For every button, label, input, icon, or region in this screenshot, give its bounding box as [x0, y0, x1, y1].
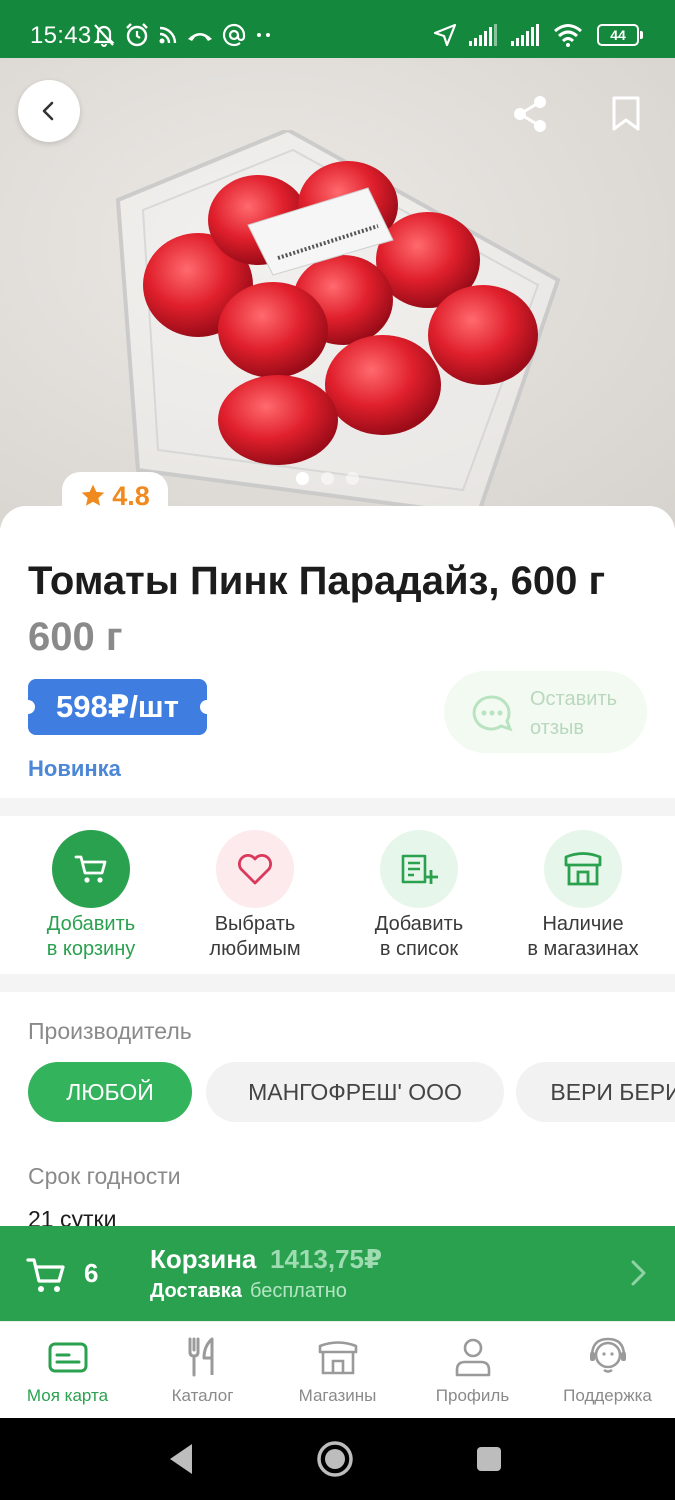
product-title: Томаты Пинк Парадайз, 600 г: [28, 559, 606, 603]
nav-catalog[interactable]: Каталог: [135, 1322, 270, 1419]
section-divider: [0, 974, 675, 992]
rating-badge[interactable]: 4.8: [62, 472, 168, 520]
delivery-label: Доставка: [150, 1280, 242, 1302]
cart-count: 6: [84, 1258, 99, 1288]
delivery-value: бесплатно: [250, 1280, 347, 1302]
rating-value: 4.8: [112, 480, 150, 511]
carousel-indicator: [296, 472, 359, 485]
bookmark-button[interactable]: [604, 92, 648, 136]
favourite-label: Выбрать любимым: [209, 913, 301, 960]
add-to-cart-circle: [52, 830, 130, 908]
manufacturer-chip-veri-beri[interactable]: ВЕРИ БЕРИ: [516, 1062, 675, 1122]
nav-profile[interactable]: Профиль: [405, 1322, 540, 1419]
bell-off-icon: [93, 24, 115, 47]
more-dots-icon: [257, 33, 270, 37]
nav-label: Профиль: [435, 1386, 510, 1405]
shelf-life-label: Срок годности: [28, 1163, 181, 1189]
back-arrow-icon: [42, 101, 54, 121]
cart-icon: [26, 1258, 65, 1292]
bottom-navigation: Моя карта Каталог Магазины Профиль Подде…: [0, 1321, 675, 1418]
signal-2-icon: [511, 24, 539, 46]
location-arrow-icon: [433, 23, 457, 47]
nav-my-card[interactable]: Моя карта: [0, 1322, 135, 1419]
product-photo: [115, 130, 561, 518]
status-notification-icons: [92, 18, 274, 52]
carousel-dot: [346, 472, 359, 485]
system-recents-icon[interactable]: [476, 1446, 502, 1472]
chevron-right-icon: [631, 1260, 646, 1286]
cutlery-icon: [188, 1337, 214, 1377]
share-button[interactable]: [508, 92, 552, 136]
chat-bubble-icon: [472, 695, 513, 732]
nav-stores[interactable]: Магазины: [270, 1322, 405, 1419]
add-to-cart-action[interactable]: Добавить в корзину: [16, 830, 166, 962]
list-label: Добавить в список: [374, 913, 464, 960]
support-icon: [590, 1337, 626, 1373]
cart-title: Корзина: [150, 1244, 257, 1274]
cart-bar[interactable]: 6 Корзина 1413,75₽ Доставка бесплатно: [0, 1226, 675, 1321]
new-badge: Новинка: [28, 756, 121, 781]
bookmark-icon: [612, 96, 640, 131]
battery-indicator: 44: [597, 24, 643, 46]
system-navigation-bar: [0, 1418, 675, 1500]
carousel-dot: [321, 472, 334, 485]
status-system-icons: [433, 18, 583, 52]
nav-label: Поддержка: [563, 1386, 652, 1405]
card-icon: [48, 1342, 88, 1373]
list-circle: [380, 830, 458, 908]
manufacturer-chip-any[interactable]: ЛЮБОЙ: [28, 1062, 192, 1122]
wifi-icon: [554, 24, 582, 47]
profile-icon: [455, 1338, 491, 1377]
add-to-cart-label: Добавить в корзину: [46, 913, 136, 960]
missed-call-icon: [188, 33, 212, 41]
cart-total: 1413,75₽: [270, 1244, 383, 1274]
list-add-icon: [401, 854, 438, 884]
leave-review-button[interactable]: Оставить отзыв: [444, 671, 647, 753]
section-divider: [0, 798, 675, 816]
store-circle: [544, 830, 622, 908]
product-actions: Добавить в корзину Выбрать любимым Добавит…: [0, 816, 675, 974]
price-tag: 598₽/шт: [21, 679, 214, 735]
heart-icon: [238, 854, 272, 885]
store-icon: [318, 1341, 358, 1375]
carousel-dot: [296, 472, 309, 485]
share-icon: [514, 96, 546, 132]
system-back-icon[interactable]: [166, 1442, 196, 1476]
signal-1-icon: [469, 24, 497, 46]
store-label: Наличие в магазинах: [527, 913, 639, 960]
nav-support[interactable]: Поддержка: [540, 1322, 675, 1419]
choose-favourite-action[interactable]: Выбрать любимым: [180, 830, 330, 962]
star-icon: [81, 484, 105, 506]
review-label: Оставить отзыв: [530, 688, 617, 739]
nav-label: Моя карта: [26, 1386, 109, 1405]
screen: { "status_bar": { "time": "15:43", "batt…: [0, 0, 675, 1500]
store-icon: [564, 852, 602, 886]
product-image-carousel[interactable]: [0, 58, 675, 528]
back-button[interactable]: [18, 80, 80, 142]
at-icon: [222, 23, 246, 47]
status-time: 15:43: [30, 22, 92, 49]
system-home-icon[interactable]: [316, 1440, 354, 1478]
nav-label: Каталог: [171, 1386, 234, 1405]
store-availability-action[interactable]: Наличие в магазинах: [508, 830, 658, 962]
manufacturer-label: Производитель: [28, 1018, 192, 1044]
add-to-list-action[interactable]: Добавить в список: [344, 830, 494, 962]
status-bar: 15:43 44: [0, 0, 675, 58]
rss-icon: [159, 26, 177, 44]
product-weight: 600 г: [28, 615, 123, 659]
manufacturer-chip-mangofresh[interactable]: МАНГОФРЕШ' ООО: [206, 1062, 504, 1122]
cart-icon: [74, 855, 107, 883]
favourite-circle: [216, 830, 294, 908]
alarm-icon: [126, 23, 148, 47]
nav-label: Магазины: [298, 1386, 377, 1405]
